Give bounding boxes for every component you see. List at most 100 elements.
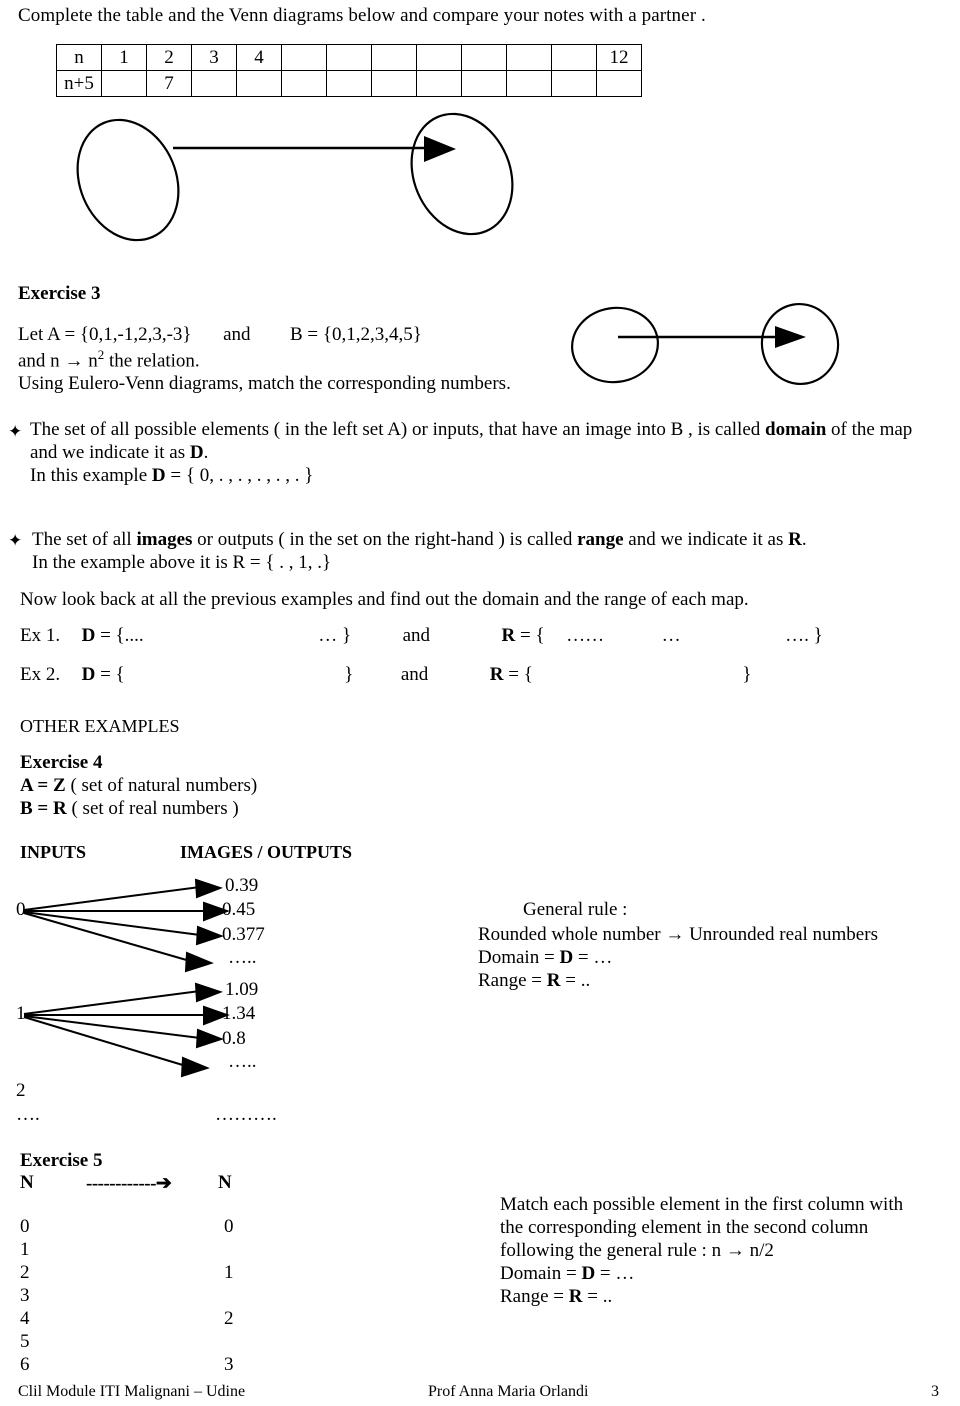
bullet1-seg1: The set of all possible elements ( in th… xyxy=(30,419,766,440)
exercise4-rule-line: Rounded whole number → Unrounded real nu… xyxy=(478,924,878,946)
exercise4-range-post[interactable]: = .. xyxy=(561,970,590,991)
exercise4-setB-line: B = R ( set of real numbers ) xyxy=(20,798,239,820)
ex2-d-open: = { xyxy=(95,664,125,685)
table-cell[interactable] xyxy=(101,70,147,97)
exercise5-range-line: Range = R = .. xyxy=(500,1286,612,1308)
table-cell[interactable]: 3 xyxy=(191,44,237,71)
venn-left-ellipse xyxy=(571,306,659,384)
table-cell[interactable] xyxy=(326,70,372,97)
bullet1-seg2: of the map xyxy=(826,419,913,440)
table-cell[interactable]: 1 xyxy=(101,44,147,71)
ex2-r-open: = { xyxy=(503,664,533,685)
exercise3-heading: Exercise 3 xyxy=(18,283,101,304)
ex1-r-dots-2[interactable]: … xyxy=(662,625,681,646)
exercise5-range-pre: Range = xyxy=(500,1286,569,1307)
bullet2-range-keyword: range xyxy=(577,529,624,550)
exercise4-output-0-377: 0.377 xyxy=(222,924,265,945)
exercise4-rule-post: Unrounded real numbers xyxy=(684,924,878,945)
exercise5-left-item-0: 0 xyxy=(20,1216,30,1237)
exercise5-domain-line: Domain = D = … xyxy=(500,1263,634,1285)
table-cell[interactable] xyxy=(506,70,552,97)
exercise4-setB-symbol: B = R xyxy=(20,798,67,819)
table-cell[interactable] xyxy=(596,70,642,97)
exercise3-and: and xyxy=(223,324,251,345)
exercise5-left-item-3: 3 xyxy=(20,1285,30,1306)
exercise5-range-symbol: R xyxy=(568,1286,583,1307)
exercise4-output-0-45: 0.45 xyxy=(222,899,256,920)
exercise5-domain-post[interactable]: = … xyxy=(595,1263,634,1284)
table-row-label: n xyxy=(56,44,102,71)
exercise4-input-1: 1 xyxy=(16,1003,26,1024)
ex1-d-symbol: D xyxy=(81,625,96,646)
bullet-paragraph-range: ✦ The set of all images or outputs ( in … xyxy=(8,528,952,574)
table-cell[interactable] xyxy=(326,44,372,71)
other-examples-heading: OTHER EXAMPLES xyxy=(20,716,180,736)
table-cell[interactable] xyxy=(461,70,507,97)
table-cell[interactable]: 4 xyxy=(236,44,282,71)
table-cell[interactable] xyxy=(371,44,417,71)
exercise5-left-set-label: N xyxy=(20,1172,34,1193)
table-cell[interactable] xyxy=(371,70,417,97)
exercise4-input-more: …. xyxy=(16,1104,40,1125)
exercise4-setA-symbol: A = Z xyxy=(20,775,66,796)
bullet1-domain-keyword: domain xyxy=(765,419,827,440)
exercise5-left-item-4: 4 xyxy=(20,1308,30,1329)
bullet1-line2-post: . xyxy=(203,442,209,463)
bullet1-line2: and we indicate it as D. xyxy=(30,441,952,464)
intro-line: Complete the table and the Venn diagrams… xyxy=(18,5,706,26)
exercise3-line2: and n → n2 the relation. xyxy=(18,347,200,372)
bullet2-seg1: The set of all xyxy=(32,529,137,550)
exercise4-column-inputs-header: INPUTS xyxy=(20,842,87,862)
table-cell[interactable] xyxy=(551,70,597,97)
exercise5-instruction-line2: the corresponding element in the second … xyxy=(500,1217,869,1238)
ex1-d-close[interactable]: … } xyxy=(318,625,351,646)
table-cell[interactable] xyxy=(551,44,597,71)
table-cell[interactable]: 2 xyxy=(146,44,192,71)
exercise5-left-item-5: 5 xyxy=(20,1331,30,1352)
mapping-arrows-group-0 xyxy=(23,878,230,973)
table-cell[interactable]: 12 xyxy=(596,44,642,71)
ex1-r-close[interactable]: …. } xyxy=(785,625,823,646)
table-cell[interactable] xyxy=(191,70,237,97)
bullet1-line3-post[interactable]: = { 0, . , . , . , . , . } xyxy=(166,465,313,486)
bullet1-line2-pre: and we indicate it as xyxy=(30,442,190,463)
bullet1-line3-pre: In this example xyxy=(30,465,152,486)
four-pointed-star-bullet-icon: ✦ xyxy=(8,531,23,550)
exercise5-rule-post: n/2 xyxy=(744,1240,774,1261)
bullet1-d-symbol: D xyxy=(189,442,204,463)
exercise5-range-post[interactable]: = .. xyxy=(583,1286,612,1307)
exercise4-output-1-09: 1.09 xyxy=(225,979,259,1000)
bullet2-r-symbol: R xyxy=(788,529,802,550)
ex1-r-dots-1[interactable]: …… xyxy=(566,625,604,646)
ex2-row: Ex 2. D = { } and R = { } xyxy=(20,664,751,686)
bullet2-line1: The set of all images or outputs ( in th… xyxy=(32,528,952,551)
bullet2-line2[interactable]: In the example above it is R = { . , 1, … xyxy=(32,551,952,574)
bullet-paragraph-domain: ✦ The set of all possible elements ( in … xyxy=(8,418,952,487)
exercise3-setB: B = {0,1,2,3,4,5} xyxy=(290,324,422,345)
exercise4-setA-line: A = Z ( set of natural numbers) xyxy=(20,775,257,797)
table-cell[interactable]: 7 xyxy=(146,70,192,97)
ex1-d-open[interactable]: = {.... xyxy=(95,625,144,646)
exercise4-domain-post[interactable]: = … xyxy=(573,947,612,968)
arrow-right-glyph-icon: → xyxy=(725,1240,745,1261)
exercise4-output-more-2: ….. xyxy=(228,1051,257,1072)
ex1-and: and xyxy=(402,625,430,646)
dashed-arrow-right-icon: ------------➔ xyxy=(86,1173,172,1194)
table-cell[interactable] xyxy=(416,44,462,71)
table-cell[interactable] xyxy=(281,44,327,71)
table-cell[interactable] xyxy=(236,70,282,97)
footer-center: Prof Anna Maria Orlandi xyxy=(428,1383,589,1400)
table-cell[interactable] xyxy=(281,70,327,97)
exercise3-line1: Let A = {0,1,-1,2,3,-3} and B = {0,1,2,3… xyxy=(18,324,422,346)
exercise3-line2-pre: and n xyxy=(18,350,65,372)
exercise5-left-item-1: 1 xyxy=(20,1239,30,1260)
exercise5-right-item-4: 2 xyxy=(224,1308,234,1329)
exercise3-line2-post: the relation. xyxy=(104,350,200,372)
table-cell[interactable] xyxy=(506,44,552,71)
arrow-head-icon xyxy=(195,1028,224,1049)
ex2-r-close[interactable]: } xyxy=(742,664,751,685)
arrow-head-icon xyxy=(184,951,214,973)
ex2-d-close[interactable]: } xyxy=(344,664,353,685)
table-cell[interactable] xyxy=(461,44,507,71)
table-cell[interactable] xyxy=(416,70,462,97)
